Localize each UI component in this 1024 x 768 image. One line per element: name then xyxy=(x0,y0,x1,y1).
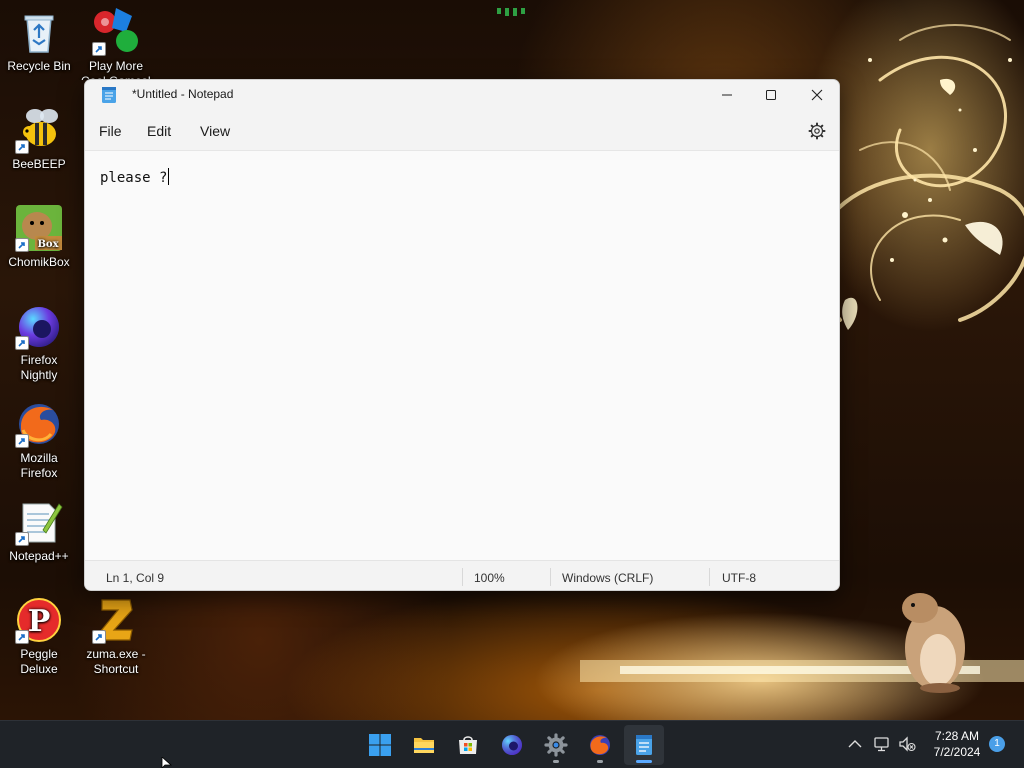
menu-bar: File Edit View xyxy=(85,110,839,150)
taskbar: 7:28 AM 7/2/2024 xyxy=(0,720,1024,768)
recycle-bin-icon xyxy=(15,8,63,56)
desktop-icon-label: Mozilla Firefox xyxy=(20,451,58,480)
desktop-icon-zuma[interactable]: zuma.exe - Shortcut xyxy=(78,596,154,677)
running-indicator xyxy=(553,760,559,763)
shortcut-arrow-icon xyxy=(15,140,29,154)
active-indicator xyxy=(636,760,652,763)
shortcut-arrow-icon xyxy=(92,42,106,56)
peggle-icon: P xyxy=(15,596,63,644)
editor-text: please ? xyxy=(100,170,168,186)
zuma-icon xyxy=(92,596,140,644)
notepad-icon xyxy=(102,87,116,103)
folder-icon xyxy=(414,738,434,753)
notepad-plus-plus-icon xyxy=(15,498,63,546)
minimize-button[interactable] xyxy=(704,80,750,110)
mouse-pointer-icon xyxy=(161,757,173,768)
editor-content[interactable]: please ? xyxy=(100,168,170,186)
notepad-window[interactable]: *Untitled - Notepad File Edit View pleas… xyxy=(84,79,840,591)
desktop-icon-chomikbox[interactable]: Box ChomikBox xyxy=(1,204,77,270)
system-clock[interactable]: 7:28 AM 7/2/2024 xyxy=(925,728,989,760)
status-divider xyxy=(550,568,551,586)
gear-icon[interactable] xyxy=(808,122,826,140)
window-title: *Untitled - Notepad xyxy=(132,87,234,101)
firefox-icon xyxy=(590,735,610,755)
taskbar-firefox[interactable] xyxy=(580,725,620,765)
text-caret xyxy=(168,168,170,185)
desktop-icon-firefox-nightly[interactable]: Firefox Nightly xyxy=(1,302,77,383)
desktop-icon-beebeep[interactable]: BeeBEEP xyxy=(1,106,77,172)
notepad-icon xyxy=(636,735,652,755)
desktop-icon-label: BeeBEEP xyxy=(12,157,66,171)
menu-file[interactable]: File xyxy=(99,123,122,139)
shortcut-arrow-icon xyxy=(15,238,29,252)
status-bar: Ln 1, Col 9 100% Windows (CRLF) UTF-8 xyxy=(85,560,839,590)
shortcut-arrow-icon xyxy=(92,630,106,644)
close-button[interactable] xyxy=(794,80,839,110)
taskbar-microsoft-store[interactable] xyxy=(448,725,488,765)
taskbar-settings[interactable] xyxy=(536,725,576,765)
status-divider xyxy=(462,568,463,586)
desktop-icon-notepad-plus-plus[interactable]: Notepad++ xyxy=(1,498,77,564)
desktop-icon-mozilla-firefox[interactable]: Mozilla Firefox xyxy=(1,400,77,481)
firefox-icon xyxy=(15,400,63,448)
shortcut-arrow-icon xyxy=(15,532,29,546)
hamster-box-icon: Box xyxy=(15,204,63,252)
desktop-icon-recycle-bin[interactable]: Recycle Bin xyxy=(1,8,77,74)
firefox-nightly-icon xyxy=(502,735,522,755)
clock-time: 7:28 AM xyxy=(934,729,980,743)
game-balls-icon xyxy=(92,8,140,56)
desktop-icon-label: Play More Cool Games! xyxy=(81,59,151,80)
taskbar-file-explorer[interactable] xyxy=(404,725,444,765)
menu-edit[interactable]: Edit xyxy=(147,123,171,139)
taskbar-notepad[interactable] xyxy=(624,725,664,765)
zoom-level: 100% xyxy=(474,571,505,585)
firefox-nightly-icon xyxy=(15,302,63,350)
windows-start-icon xyxy=(369,734,391,756)
taskbar-firefox-nightly[interactable] xyxy=(492,725,532,765)
maximize-button[interactable] xyxy=(748,80,794,110)
svg-text:P: P xyxy=(28,604,51,639)
shortcut-arrow-icon xyxy=(15,434,29,448)
gear-icon xyxy=(544,733,568,757)
network-icon[interactable] xyxy=(873,735,891,753)
cursor-position: Ln 1, Col 9 xyxy=(106,571,165,585)
desktop-icon-label: Firefox Nightly xyxy=(20,353,58,382)
desktop-icon-play-more-games[interactable]: Play More Cool Games! xyxy=(78,8,154,80)
maximize-icon xyxy=(766,90,776,100)
text-editor-area[interactable]: please ? xyxy=(85,150,839,560)
desktop-icon-label: Recycle Bin xyxy=(7,59,71,73)
desktop-icon-label: ChomikBox xyxy=(8,255,70,269)
start-button[interactable] xyxy=(360,725,400,765)
desktop-icon-label: Notepad++ xyxy=(9,549,69,563)
shortcut-arrow-icon xyxy=(15,336,29,350)
running-indicator xyxy=(597,760,603,763)
shortcut-arrow-icon xyxy=(15,630,29,644)
notification-badge[interactable]: 1 xyxy=(989,736,1005,752)
status-divider xyxy=(709,568,710,586)
volume-muted-icon[interactable] xyxy=(898,735,916,753)
desktop-icon-label: Peggle Deluxe xyxy=(20,647,58,676)
minimize-icon xyxy=(722,94,732,96)
desktop-icon-label: zuma.exe - Shortcut xyxy=(86,647,146,676)
svg-text:Box: Box xyxy=(37,239,59,250)
line-ending: Windows (CRLF) xyxy=(562,571,654,585)
close-icon xyxy=(811,89,823,101)
desktop-icon-peggle-deluxe[interactable]: P Peggle Deluxe xyxy=(1,596,77,677)
menu-view[interactable]: View xyxy=(200,123,230,139)
clock-date: 7/2/2024 xyxy=(933,745,981,759)
store-icon xyxy=(459,736,477,754)
encoding: UTF-8 xyxy=(722,571,756,585)
chevron-up-icon[interactable] xyxy=(846,735,864,753)
title-bar[interactable]: *Untitled - Notepad xyxy=(85,80,839,110)
bee-icon xyxy=(15,106,63,154)
